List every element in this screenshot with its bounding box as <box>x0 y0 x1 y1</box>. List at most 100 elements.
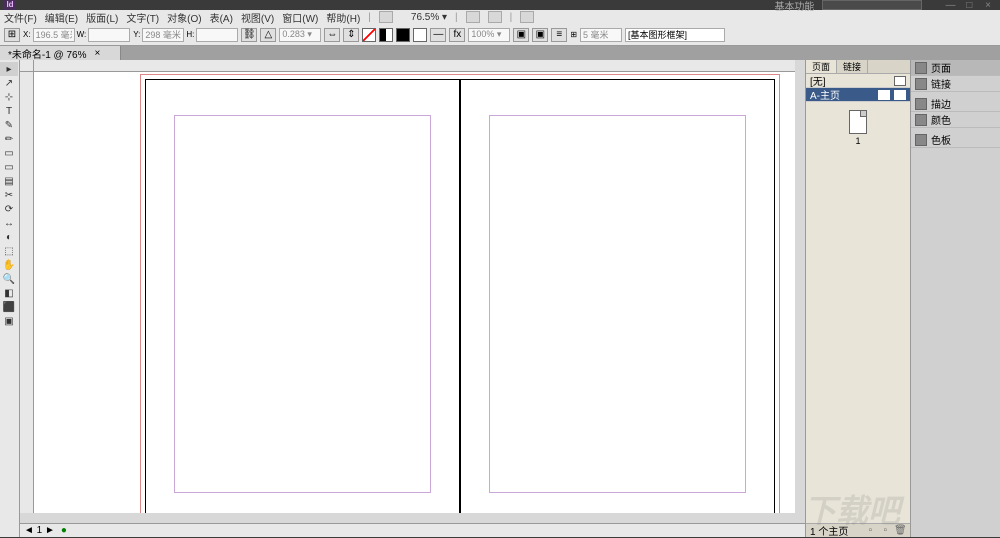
apply-color[interactable]: ⬛ <box>0 300 18 314</box>
horizontal-ruler[interactable] <box>34 60 805 72</box>
status-bar: ◄ 1 ► ● <box>20 523 805 537</box>
stroke-style-icon[interactable]: — <box>430 28 446 42</box>
ruler-origin[interactable] <box>20 60 34 72</box>
wrap-icon[interactable]: ▣ <box>513 28 529 42</box>
page-left[interactable] <box>145 79 460 529</box>
hand-tool[interactable]: ✋ <box>0 258 18 272</box>
tab-close-icon[interactable]: × <box>95 48 101 59</box>
page-number-label: 1 <box>855 136 860 146</box>
menu-window[interactable]: 窗口(W) <box>282 10 318 25</box>
app-logo: Id <box>4 0 16 10</box>
minimize-button[interactable]: — <box>942 0 958 11</box>
zoom-level[interactable]: 76.5% ▾ <box>411 12 447 23</box>
control-panel: ⊞ X: W: Y: H: ⛓ △ ⇔ ⇕ — fx ▣ ▣ ≡ ⊞ <box>0 24 1000 46</box>
page-thumbnail[interactable] <box>849 110 867 134</box>
arrange-icon[interactable] <box>520 11 534 23</box>
menu-layout[interactable]: 版面(L) <box>86 10 118 25</box>
menu-file[interactable]: 文件(F) <box>4 10 37 25</box>
maximize-button[interactable]: □ <box>961 0 977 11</box>
master-thumb-icon <box>878 90 890 100</box>
links-icon <box>915 78 927 90</box>
side-color[interactable]: 颜色 <box>911 112 1000 128</box>
menu-type[interactable]: 文字(T) <box>126 10 159 25</box>
w-input[interactable] <box>88 28 130 42</box>
margin-guide <box>489 115 746 493</box>
title-bar: Id 基本功能 — □ × <box>0 0 1000 10</box>
opacity-input[interactable] <box>468 28 510 42</box>
workspace-switcher[interactable]: 基本功能 <box>774 0 814 13</box>
pages-icon <box>915 62 927 74</box>
flip-v-icon[interactable]: ⇕ <box>343 28 359 42</box>
search-input[interactable] <box>822 0 922 10</box>
view-options-icon[interactable] <box>466 11 480 23</box>
side-links[interactable]: 链接 <box>911 76 1000 92</box>
fill-swatch[interactable] <box>362 28 376 42</box>
document-tab[interactable]: *未命名-1 @ 76%× <box>0 46 121 60</box>
color-black[interactable] <box>396 28 410 42</box>
free-transform-tool[interactable]: ⟳ <box>0 202 18 216</box>
stroke-icon <box>915 98 927 110</box>
scissors-tool[interactable]: ✂ <box>0 188 18 202</box>
vertical-ruler[interactable] <box>20 72 34 537</box>
flip-h-icon[interactable]: ⇔ <box>324 28 340 42</box>
side-swatches[interactable]: 色板 <box>911 132 1000 148</box>
menu-edit[interactable]: 编辑(E) <box>45 10 78 25</box>
align-icon[interactable]: ≡ <box>551 28 567 42</box>
bridge-icon[interactable] <box>379 11 393 23</box>
master-thumb-icon <box>894 76 906 86</box>
color-white[interactable] <box>413 28 427 42</box>
rectangle-frame-tool[interactable]: ▭ <box>0 160 18 174</box>
window-buttons: — □ × <box>942 0 996 11</box>
menu-help[interactable]: 帮助(H) <box>326 10 360 25</box>
x-input[interactable] <box>33 28 75 42</box>
stroke-weight-input[interactable] <box>279 28 321 42</box>
fill-stroke-toggle[interactable]: ◧ <box>0 286 18 300</box>
y-input[interactable] <box>142 28 184 42</box>
menu-bar: 文件(F) 编辑(E) 版面(L) 文字(T) 对象(O) 表(A) 视图(V)… <box>0 10 1000 24</box>
selection-tool[interactable]: ▸ <box>0 62 18 76</box>
pen-tool[interactable]: ✏ <box>0 132 18 146</box>
menu-view[interactable]: 视图(V) <box>241 10 274 25</box>
object-style-dropdown[interactable] <box>625 28 725 42</box>
page-tool[interactable]: ⊹ <box>0 90 18 104</box>
view-mode[interactable]: ▣ <box>0 314 18 328</box>
reference-point-icon[interactable]: ⊞ <box>4 28 20 42</box>
vertical-scrollbar[interactable] <box>795 60 805 513</box>
zoom-tool[interactable]: 🔍 <box>0 272 18 286</box>
collapsed-panels: 页面 链接 描边 颜色 色板 <box>910 60 1000 537</box>
side-pages[interactable]: 页面 <box>911 60 1000 76</box>
canvas[interactable] <box>20 60 805 537</box>
horizontal-scrollbar[interactable] <box>20 513 805 523</box>
document-tabs: *未命名-1 @ 76%× <box>0 46 1000 60</box>
effects-icon[interactable]: fx <box>449 28 465 42</box>
note-tool[interactable]: ⬚ <box>0 244 18 258</box>
screen-mode-icon[interactable] <box>488 11 502 23</box>
gradient-feather-tool[interactable]: ◐ <box>0 230 18 244</box>
menu-object[interactable]: 对象(O) <box>167 10 201 25</box>
pencil-tool[interactable]: ▭ <box>0 146 18 160</box>
master-a[interactable]: A-主页 <box>806 88 910 102</box>
type-tool[interactable]: T <box>0 104 18 118</box>
page-right[interactable] <box>460 79 775 529</box>
close-button[interactable]: × <box>980 0 996 11</box>
stroke-swatch[interactable] <box>379 28 393 42</box>
watermark: 下载吧 <box>804 486 900 532</box>
gap-input[interactable] <box>580 28 622 42</box>
page-nav[interactable]: ◄ 1 ► <box>24 525 55 536</box>
menu-table[interactable]: 表(A) <box>210 10 233 25</box>
h-input[interactable] <box>196 28 238 42</box>
rotate-input[interactable]: △ <box>260 28 276 42</box>
line-tool[interactable]: ✎ <box>0 118 18 132</box>
master-none[interactable]: [无] <box>806 74 910 88</box>
preflight-icon[interactable]: ● <box>61 525 67 536</box>
wrap-around-icon[interactable]: ▣ <box>532 28 548 42</box>
color-icon <box>915 114 927 126</box>
tab-pages[interactable]: 页面 <box>806 60 837 73</box>
direct-selection-tool[interactable]: ↗ <box>0 76 18 90</box>
constrain-icon[interactable]: ⛓ <box>241 28 257 42</box>
tab-links[interactable]: 链接 <box>837 60 868 73</box>
rectangle-tool[interactable]: ▤ <box>0 174 18 188</box>
side-stroke[interactable]: 描边 <box>911 96 1000 112</box>
margin-guide <box>174 115 431 493</box>
gradient-swatch-tool[interactable]: ↔ <box>0 216 18 230</box>
